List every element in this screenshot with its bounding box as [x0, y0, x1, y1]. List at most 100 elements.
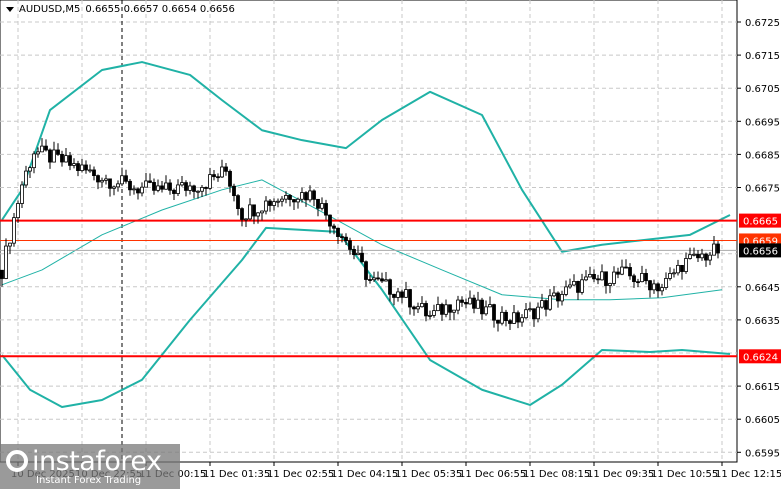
- candle-body: [488, 304, 492, 308]
- x-tick-label: 11 Dec 08:15: [523, 469, 590, 480]
- candle-body: [596, 278, 600, 281]
- candle-body: [116, 183, 120, 188]
- candle-body: [268, 200, 272, 206]
- candle-body: [604, 271, 608, 286]
- candle-body: [508, 320, 512, 324]
- candle-body: [684, 258, 688, 272]
- candle-body: [560, 294, 564, 302]
- candle-body: [716, 243, 720, 254]
- candle-body: [208, 174, 212, 189]
- candle-body: [536, 306, 540, 320]
- candle-body: [88, 169, 92, 172]
- candle-body: [496, 319, 500, 324]
- candle-body: [632, 275, 636, 283]
- y-tick-label: 0.6605: [745, 415, 780, 426]
- candle-body: [352, 249, 356, 256]
- candle-body: [144, 180, 148, 188]
- candle-body: [12, 217, 16, 244]
- candle-body: [648, 280, 652, 291]
- candle-body: [612, 271, 616, 284]
- candle-body: [108, 178, 112, 189]
- x-tick-label: 11 Dec 04:15: [331, 469, 398, 480]
- candle-body: [704, 253, 708, 261]
- candle-body: [272, 201, 276, 206]
- candle-body: [568, 284, 572, 288]
- candle-body: [396, 291, 400, 298]
- x-tick-label: 11 Dec 09:35: [587, 469, 654, 480]
- candle-body: [588, 273, 592, 278]
- candle-body: [504, 311, 508, 322]
- candle-body: [296, 198, 300, 203]
- candle-body: [624, 266, 628, 269]
- candle-body: [104, 178, 108, 181]
- candle-body: [308, 190, 312, 201]
- candle-body: [556, 292, 560, 302]
- candle-body: [260, 210, 264, 214]
- candle-body: [36, 151, 40, 155]
- candle-body: [576, 281, 580, 293]
- candle-body: [20, 184, 24, 204]
- current-price-badge: 0.6656: [743, 246, 778, 257]
- candle-body: [516, 312, 520, 323]
- candle-body: [120, 175, 124, 185]
- x-tick-label: 11 Dec 06:55: [459, 469, 526, 480]
- y-tick-label: 0.6715: [745, 51, 780, 62]
- candle-body: [608, 283, 612, 286]
- candle-body: [484, 306, 488, 315]
- candle-body: [688, 254, 692, 259]
- candle-body: [100, 179, 104, 183]
- candle-body: [432, 310, 436, 316]
- candle-body: [176, 184, 180, 194]
- candle-body: [708, 254, 712, 261]
- candle-body: [56, 149, 60, 155]
- candle-body: [372, 277, 376, 281]
- candle-body: [540, 300, 544, 308]
- candle-body: [692, 253, 696, 256]
- y-tick-label: 0.6705: [745, 84, 780, 95]
- candle-body: [320, 203, 324, 209]
- y-tick-label: 0.6725: [745, 18, 780, 29]
- candle-body: [188, 185, 192, 191]
- candle-body: [172, 189, 176, 194]
- candle-body: [164, 182, 168, 190]
- candle-body: [460, 299, 464, 303]
- candle-body: [448, 304, 452, 313]
- logo-tagline: Instant Forex Trading: [36, 475, 142, 486]
- candle-body: [348, 240, 352, 250]
- candle-body: [8, 242, 12, 247]
- candle-body: [680, 264, 684, 272]
- candle-body: [656, 283, 660, 292]
- candle-body: [444, 304, 448, 315]
- candle-body: [456, 299, 460, 311]
- candle-body: [376, 277, 380, 280]
- candle-body: [204, 187, 208, 189]
- candle-body: [328, 214, 332, 227]
- candle-body: [592, 273, 596, 280]
- candle-body: [288, 195, 292, 200]
- candle-body: [416, 306, 420, 310]
- symbol-label: AUDUSD,M5: [19, 4, 81, 15]
- price-chart[interactable]: 0.6725 0.6715 0.6705 0.6695 0.6685 0.6675 0.66…: [0, 0, 781, 489]
- candle-body: [28, 167, 32, 172]
- y-tick-label: 0.6695: [745, 117, 780, 128]
- candle-body: [512, 312, 516, 324]
- x-tick-label: 11 Dec 01:35: [203, 469, 270, 480]
- candle-body: [480, 299, 484, 315]
- candle-body: [384, 279, 388, 282]
- candle-body: [700, 253, 704, 259]
- candle-body: [672, 272, 676, 275]
- candle-body: [636, 281, 640, 284]
- candle-body: [572, 281, 576, 286]
- candle-body: [500, 311, 504, 324]
- candle-body: [652, 283, 656, 291]
- candle-body: [0, 269, 4, 279]
- candle-body: [72, 163, 76, 166]
- y-tick-label: 0.6595: [745, 448, 780, 459]
- dropdown-triangle-icon[interactable]: [6, 7, 14, 12]
- candle-body: [452, 309, 456, 313]
- candle-body: [156, 185, 160, 191]
- candle-body: [248, 204, 252, 220]
- candle-body: [168, 182, 172, 191]
- y-tick-label: 0.6645: [745, 283, 780, 294]
- x-tick-label: 11 Dec 02:55: [267, 469, 334, 480]
